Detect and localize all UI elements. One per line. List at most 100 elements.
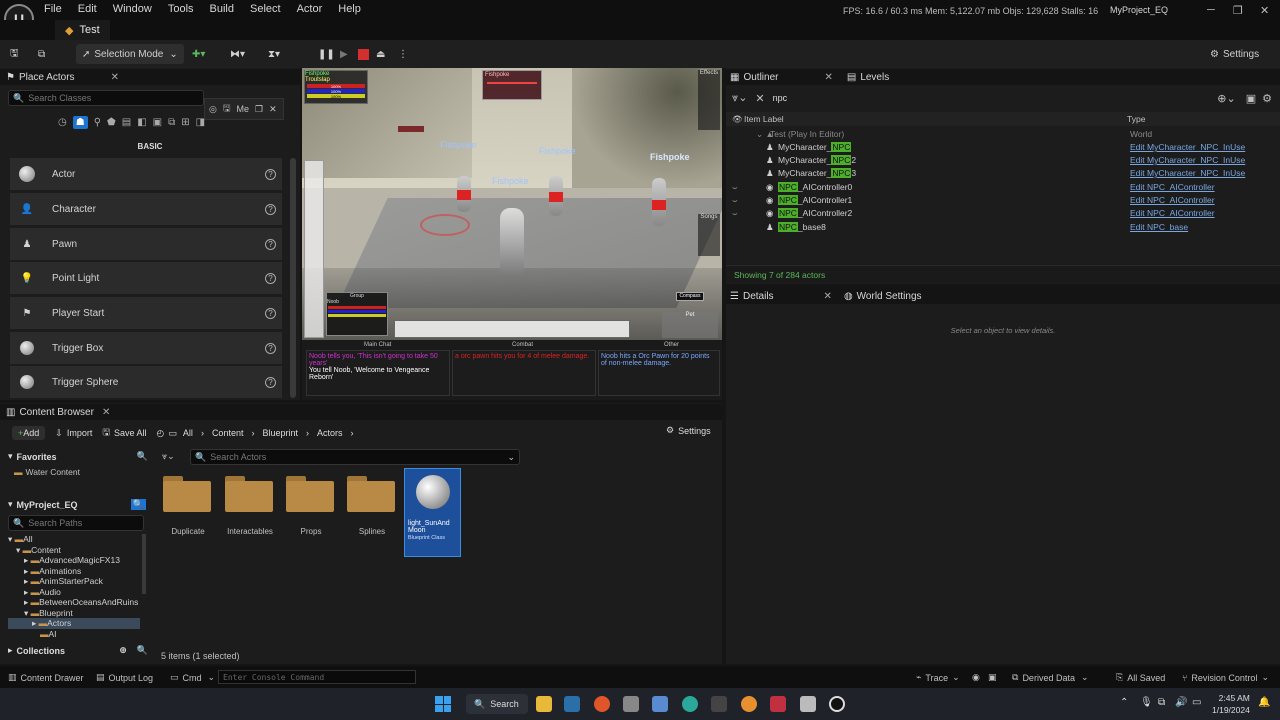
menu-tools[interactable]: Tools — [168, 3, 194, 15]
blender-icon[interactable] — [741, 696, 757, 712]
row-type-link[interactable]: Edit MyCharacter_NPC_InUse — [1130, 142, 1245, 152]
close-content-browser-icon[interactable]: ✕ — [102, 407, 110, 418]
combat-chat-window[interactable]: a orc pawn hits you for 4 of melee damag… — [452, 350, 596, 396]
outliner-root-row[interactable]: ⌄ ▲ Test (Play In Editor) World — [726, 129, 1280, 142]
actor-item-actor[interactable]: Actor? — [10, 158, 282, 190]
all-classes-icon[interactable]: ⊞ — [181, 117, 189, 128]
tree-item[interactable]: ▸ ▬AnimStarterPack — [8, 576, 140, 587]
taskbar-clock[interactable]: 2:45 AM 1/19/2024 — [1212, 692, 1250, 716]
volume-icon[interactable]: 🔊 — [1175, 697, 1187, 708]
water-content-item[interactable]: ▬ Water Content — [14, 467, 80, 477]
geometry-icon[interactable]: ⧉ — [168, 117, 175, 128]
folder-icon[interactable] — [225, 476, 273, 512]
chevron-down-icon[interactable]: ⌄ — [507, 452, 515, 463]
cmd-dropdown[interactable]: ▭ Cmd ⌄ — [170, 672, 215, 683]
collections-header[interactable]: ▸ Collections ⊕ 🔍 — [8, 645, 148, 656]
tree-item[interactable]: ▸ ▬Audio — [8, 587, 140, 598]
actor-item-character[interactable]: 👤 Character? — [10, 193, 282, 225]
all-saved-button[interactable]: ⎘ All Saved — [1116, 672, 1165, 683]
actor-item-player-start[interactable]: ⚑ Player Start? — [10, 297, 282, 329]
asset-tile-selected[interactable]: light_SunAnd Moon Blueprint Class — [404, 468, 461, 557]
actor-item-trigger-box[interactable]: Trigger Box? — [10, 332, 282, 364]
blueprint-icon[interactable]: ⧓▾ — [230, 44, 245, 64]
help-icon[interactable]: ? — [265, 307, 276, 319]
console-command-input[interactable]: Enter Console Command — [218, 670, 416, 684]
outliner-row[interactable]: ♟ MyCharacter_NPC3 Edit MyCharacter_NPC_In… — [726, 168, 1280, 181]
help-icon[interactable]: ? — [265, 203, 276, 215]
menu-select[interactable]: Select — [250, 3, 281, 15]
derived-data-dropdown[interactable]: ⧉ Derived Data ⌄ — [1012, 672, 1089, 683]
folder-icon[interactable] — [286, 476, 334, 512]
actor-item-pawn[interactable]: ♟ Pawn? — [10, 228, 282, 260]
help-icon[interactable]: ? — [265, 238, 276, 250]
levels-tab[interactable]: Levels — [860, 72, 889, 83]
main-chat-tab[interactable]: Main Chat — [364, 342, 391, 348]
outliner-row[interactable]: ⌣ ◉ NPC_AIController1 Edit NPC_AIController — [726, 195, 1280, 208]
firefox-icon[interactable] — [594, 696, 610, 712]
group-window[interactable]: Fishpoke Troutslap 100% 100% 100% — [304, 70, 368, 104]
steam-icon[interactable] — [564, 696, 580, 712]
save-icon[interactable]: 🖫 — [10, 44, 19, 64]
close-outliner-icon[interactable]: ✕ — [824, 72, 832, 83]
clear-filter-icon[interactable]: ✕ — [755, 92, 764, 105]
help-icon[interactable]: ? — [265, 272, 276, 284]
other-chat-window[interactable]: Noob hits a Orc Pawn for 20 points of no… — [598, 350, 720, 396]
save-all-button[interactable]: Save All — [114, 428, 147, 438]
row-type-link[interactable]: Edit MyCharacter_NPC_InUse — [1130, 168, 1245, 178]
menu-build[interactable]: Build — [210, 3, 234, 15]
pet-window[interactable]: Pet — [662, 312, 718, 338]
search-favorites-icon[interactable]: 🔍 — [137, 451, 148, 462]
maximize-icon[interactable]: ❐ — [1233, 4, 1243, 17]
search-paths-icon[interactable]: 🔍 — [130, 499, 146, 510]
popup-close-icon[interactable]: ✕ — [269, 104, 277, 115]
search-classes-input[interactable]: 🔍 Search Classes — [8, 90, 204, 106]
cb-settings-button[interactable]: ⚙ Settings — [666, 425, 711, 436]
row-type-link[interactable]: Edit NPC_AIController — [1130, 195, 1215, 205]
npc-figure[interactable] — [457, 176, 471, 212]
outliner-row[interactable]: ⌣ ◉ NPC_AIController0 Edit NPC_AIController — [726, 182, 1280, 195]
cinematics-icon[interactable]: ⧗▾ — [268, 44, 280, 64]
breadcrumb-blueprint[interactable]: Blueprint — [262, 428, 298, 438]
type-column[interactable]: Type — [1127, 114, 1145, 124]
help-icon[interactable]: ? — [265, 376, 276, 388]
tree-scrollbar[interactable] — [142, 534, 146, 594]
content-drawer-button[interactable]: ▥ Content Drawer — [8, 672, 84, 683]
breadcrumb-actors[interactable]: Actors — [317, 428, 343, 438]
trace-dropdown[interactable]: ⌁ Trace ⌄ — [916, 672, 960, 683]
group-member-window[interactable]: Group Noob — [326, 292, 388, 336]
help-icon[interactable]: ? — [265, 342, 276, 354]
menu-edit[interactable]: Edit — [78, 3, 97, 15]
row-type-link[interactable]: Edit NPC_AIController — [1130, 208, 1215, 218]
menu-window[interactable]: Window — [113, 3, 152, 15]
tree-item[interactable]: ▸ ▬Animations — [8, 566, 140, 577]
media-icon[interactable] — [770, 696, 786, 712]
filter-icon[interactable]: ⩔⌄ — [732, 91, 747, 105]
add-collection-icon[interactable]: ⊕ — [119, 645, 127, 656]
add-actor-icon[interactable]: ✚▾ — [192, 44, 205, 64]
add-filter-icon[interactable]: ⊕⌄ — [1217, 92, 1235, 105]
outliner-row[interactable]: ⌣ ◉ NPC_AIController2 Edit NPC_AIController — [726, 208, 1280, 221]
battery-icon[interactable]: ▭ — [1192, 697, 1201, 708]
tray-chevron-icon[interactable]: ⌃ — [1120, 697, 1128, 708]
outliner-row[interactable]: ♟ NPC_base8 Edit NPC_base — [726, 222, 1280, 235]
history-icon[interactable]: ◴ — [157, 428, 165, 439]
file-explorer-icon[interactable] — [536, 696, 552, 712]
world-settings-tab[interactable]: World Settings — [857, 291, 922, 302]
taskbar-search[interactable]: 🔍 Search — [466, 694, 528, 714]
project-header[interactable]: ▾ MyProject_EQ 🔍 — [8, 499, 146, 510]
asset-filter-button[interactable]: ⩔⌄ — [162, 451, 175, 462]
volumes-icon[interactable]: ▣ — [153, 117, 162, 128]
basic-category-icon[interactable]: ☗ — [72, 116, 88, 129]
network-icon[interactable]: ⧉ — [1158, 697, 1165, 708]
actor-item-point-light[interactable]: 💡 Point Light? — [10, 262, 282, 294]
breadcrumb-content[interactable]: Content — [212, 428, 244, 438]
spell-bar[interactable] — [304, 160, 324, 338]
hotbar[interactable] — [394, 320, 630, 338]
content-icon[interactable]: ⧉ — [38, 44, 45, 64]
menu-actor[interactable]: Actor — [297, 3, 323, 15]
eye-icon[interactable]: ⌣ — [732, 182, 738, 193]
game-viewport[interactable]: Fishpoke Fishpoke Fishpoke Fishpoke Fish… — [302, 68, 722, 340]
minimize-icon[interactable]: ─ — [1207, 4, 1215, 16]
stop-icon[interactable] — [358, 49, 369, 60]
row-type-link[interactable]: Edit NPC_AIController — [1130, 182, 1215, 192]
